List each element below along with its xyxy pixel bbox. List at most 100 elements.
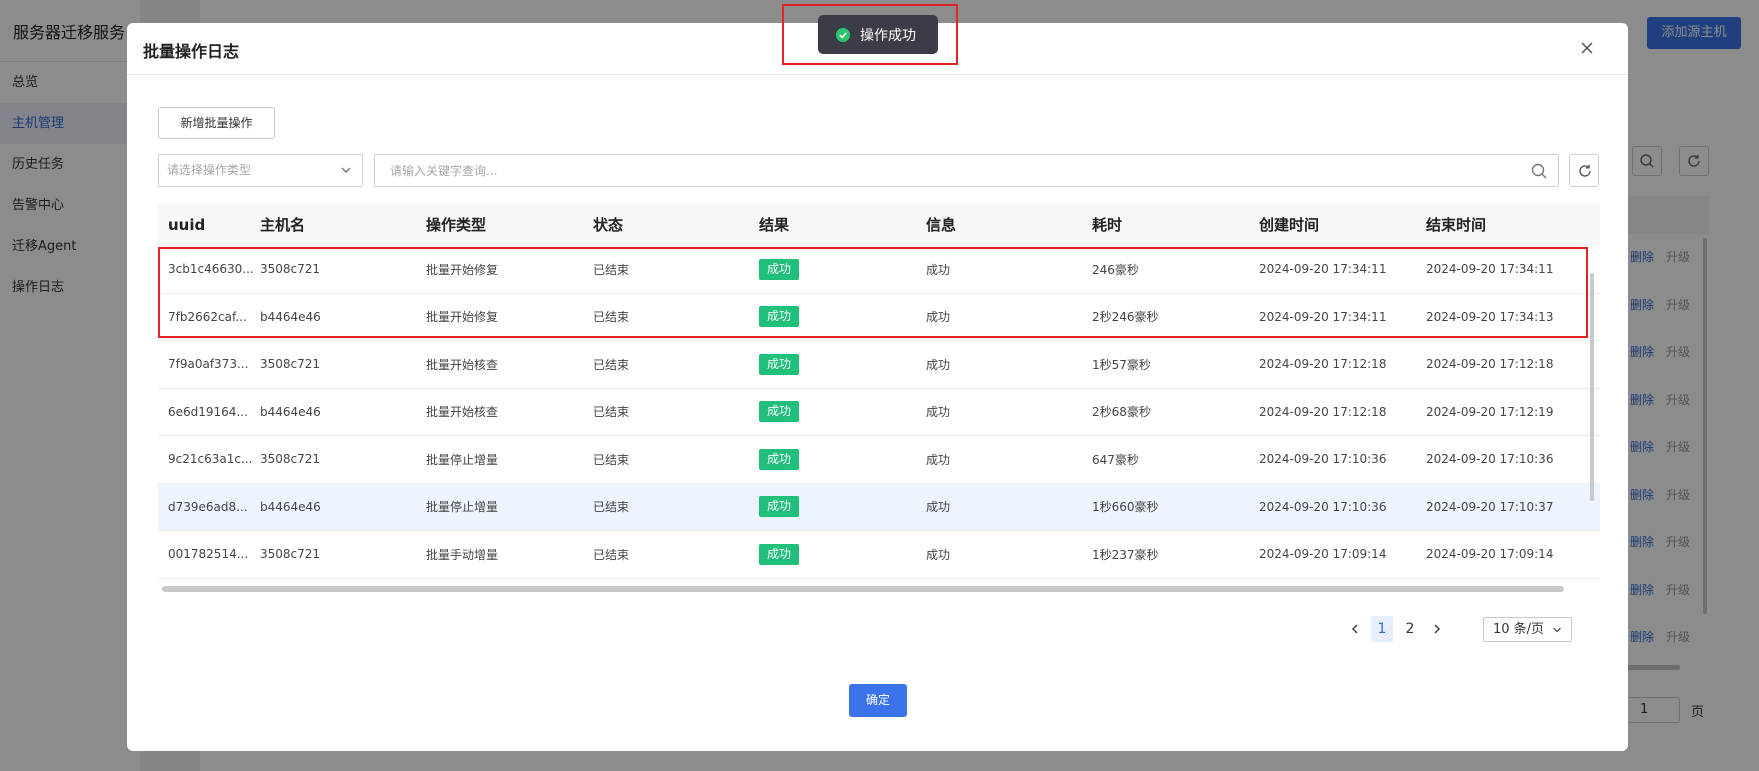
prev-page-button[interactable] [1342, 616, 1368, 642]
success-toast: 操作成功 [818, 15, 938, 54]
column-header-end-time: 结束时间 [1426, 216, 1487, 234]
table-row[interactable]: 7fb2662caf... b4464e46 批量开始修复 已结束 成功 成功 2秒246豪… [158, 294, 1600, 341]
operation-type-placeholder: 请选择操作类型 [167, 163, 252, 177]
table-horizontal-scrollbar[interactable] [162, 586, 1564, 592]
new-batch-operation-button[interactable]: 新增批量操作 [158, 107, 275, 139]
result-success-badge: 成功 [759, 496, 800, 518]
cell-end-time: 2024-09-20 17:34:11 [1426, 262, 1554, 277]
cell-duration: 647豪秒 [1092, 452, 1139, 467]
cell-uuid: 001782514... [168, 547, 249, 562]
cell-result: 成功 [759, 246, 926, 293]
cell-hostname: b4464e46 [260, 499, 321, 514]
confirm-button[interactable]: 确定 [849, 684, 907, 717]
cell-uuid: 9c21c63a1c... [168, 452, 253, 467]
cell-duration: 1秒237豪秒 [1092, 547, 1159, 562]
cell-uuid: 7fb2662caf... [168, 309, 247, 324]
table-vertical-scrollbar[interactable] [1590, 273, 1594, 501]
cell-operation-type: 批量开始修复 [426, 310, 499, 325]
page-button-2[interactable]: 2 [1399, 616, 1421, 642]
result-success-badge: 成功 [759, 306, 800, 328]
search-icon[interactable] [1530, 162, 1548, 180]
result-success-badge: 成功 [759, 353, 800, 375]
cell-created-time: 2024-09-20 17:34:11 [1259, 309, 1387, 324]
column-header-hostname: 主机名 [260, 216, 306, 234]
close-icon[interactable] [1576, 37, 1598, 59]
cell-status: 已结束 [593, 405, 630, 420]
keyword-search-box [374, 154, 1559, 187]
table-row[interactable]: 6e6d19164... b4464e46 批量开始核查 已结束 成功 成功 2秒68豪秒 2… [158, 389, 1600, 436]
result-success-badge: 成功 [759, 258, 800, 280]
table-row[interactable]: 9c21c63a1c... 3508c721 批量停止增量 已结束 成功 成功 647豪秒 2… [158, 436, 1600, 484]
cell-status: 已结束 [593, 262, 630, 277]
cell-result: 成功 [759, 436, 926, 483]
cell-hostname: b4464e46 [260, 404, 321, 419]
keyword-search-input[interactable] [375, 155, 1475, 186]
cell-uuid: 6e6d19164... [168, 404, 248, 419]
batch-log-table: uuid 主机名 操作类型 状态 结果 信息 耗时 创建时间 结束时间 3cb1… [158, 203, 1600, 618]
table-header: uuid 主机名 操作类型 状态 结果 信息 耗时 创建时间 结束时间 [158, 203, 1600, 246]
table-row[interactable]: 001782514... 3508c721 批量手动增量 已结束 成功 成功 1秒237豪秒… [158, 531, 1600, 579]
cell-created-time: 2024-09-20 17:10:36 [1259, 452, 1387, 467]
cell-created-time: 2024-09-20 17:34:11 [1259, 262, 1387, 277]
cell-status: 已结束 [593, 357, 630, 372]
page-button-1[interactable]: 1 [1371, 616, 1393, 642]
cell-operation-type: 批量开始修复 [426, 262, 499, 277]
cell-info: 成功 [926, 452, 951, 467]
column-header-duration: 耗时 [1092, 216, 1123, 234]
cell-info: 成功 [926, 405, 951, 420]
column-header-status: 状态 [593, 216, 624, 234]
cell-info: 成功 [926, 500, 951, 515]
cell-end-time: 2024-09-20 17:12:18 [1426, 357, 1554, 372]
cell-duration: 1秒660豪秒 [1092, 500, 1159, 515]
refresh-button[interactable] [1569, 154, 1599, 187]
table-body[interactable]: 3cb1c46630... 3508c721 批量开始修复 已结束 成功 成功 246豪秒 2… [158, 246, 1600, 618]
column-header-result: 结果 [759, 216, 790, 234]
cell-result: 成功 [759, 531, 926, 578]
next-page-button[interactable] [1424, 616, 1450, 642]
cell-duration: 246豪秒 [1092, 262, 1139, 277]
cell-uuid: 3cb1c46630... [168, 262, 254, 277]
cell-end-time: 2024-09-20 17:12:19 [1426, 404, 1554, 419]
chevron-down-icon [341, 167, 351, 173]
cell-hostname: 3508c721 [260, 357, 321, 372]
cell-info: 成功 [926, 262, 951, 277]
pagination: 1 2 [1342, 616, 1450, 642]
cell-duration: 2秒68豪秒 [1092, 405, 1151, 420]
table-row[interactable]: 7f9a0af373... 3508c721 批量开始核查 已结束 成功 成功 1秒57豪秒… [158, 341, 1600, 389]
cell-end-time: 2024-09-20 17:09:14 [1426, 547, 1554, 562]
result-success-badge: 成功 [759, 448, 800, 470]
cell-result: 成功 [759, 484, 926, 531]
cell-status: 已结束 [593, 310, 630, 325]
cell-operation-type: 批量停止增量 [426, 500, 499, 515]
page-size-select[interactable]: 10 条/页 [1483, 617, 1572, 642]
batch-log-modal: 批量操作日志 新增批量操作 请选择操作类型 uuid 主机名 操作类型 状态 结… [127, 23, 1628, 751]
cell-operation-type: 批量开始核查 [426, 405, 499, 420]
cell-end-time: 2024-09-20 17:34:13 [1426, 309, 1554, 324]
cell-duration: 2秒246豪秒 [1092, 310, 1159, 325]
chevron-right-icon [1434, 624, 1441, 634]
cell-uuid: d739e6ad8... [168, 499, 248, 514]
table-row[interactable]: d739e6ad8... b4464e46 批量停止增量 已结束 成功 成功 1秒660豪秒… [158, 483, 1600, 531]
cell-uuid: 7f9a0af373... [168, 357, 249, 372]
table-row[interactable]: 3cb1c46630... 3508c721 批量开始修复 已结束 成功 成功 246豪秒 2… [158, 246, 1600, 294]
column-header-operation-type: 操作类型 [426, 216, 487, 234]
operation-type-select[interactable]: 请选择操作类型 [158, 154, 363, 187]
cell-created-time: 2024-09-20 17:12:18 [1259, 357, 1387, 372]
chevron-down-icon [1553, 627, 1561, 633]
cell-hostname: 3508c721 [260, 547, 321, 562]
cell-hostname: b4464e46 [260, 309, 321, 324]
chevron-left-icon [1351, 624, 1358, 634]
refresh-icon [1579, 164, 1591, 177]
toast-message: 操作成功 [860, 27, 916, 44]
cell-result: 成功 [759, 389, 926, 436]
cell-duration: 1秒57豪秒 [1092, 357, 1151, 372]
cell-end-time: 2024-09-20 17:10:37 [1426, 499, 1554, 514]
column-header-created-time: 创建时间 [1259, 216, 1320, 234]
cell-result: 成功 [759, 341, 926, 388]
cell-status: 已结束 [593, 452, 630, 467]
cell-result: 成功 [759, 294, 926, 341]
column-header-info: 信息 [926, 216, 957, 234]
cell-operation-type: 批量开始核查 [426, 357, 499, 372]
cell-info: 成功 [926, 547, 951, 562]
cell-status: 已结束 [593, 547, 630, 562]
